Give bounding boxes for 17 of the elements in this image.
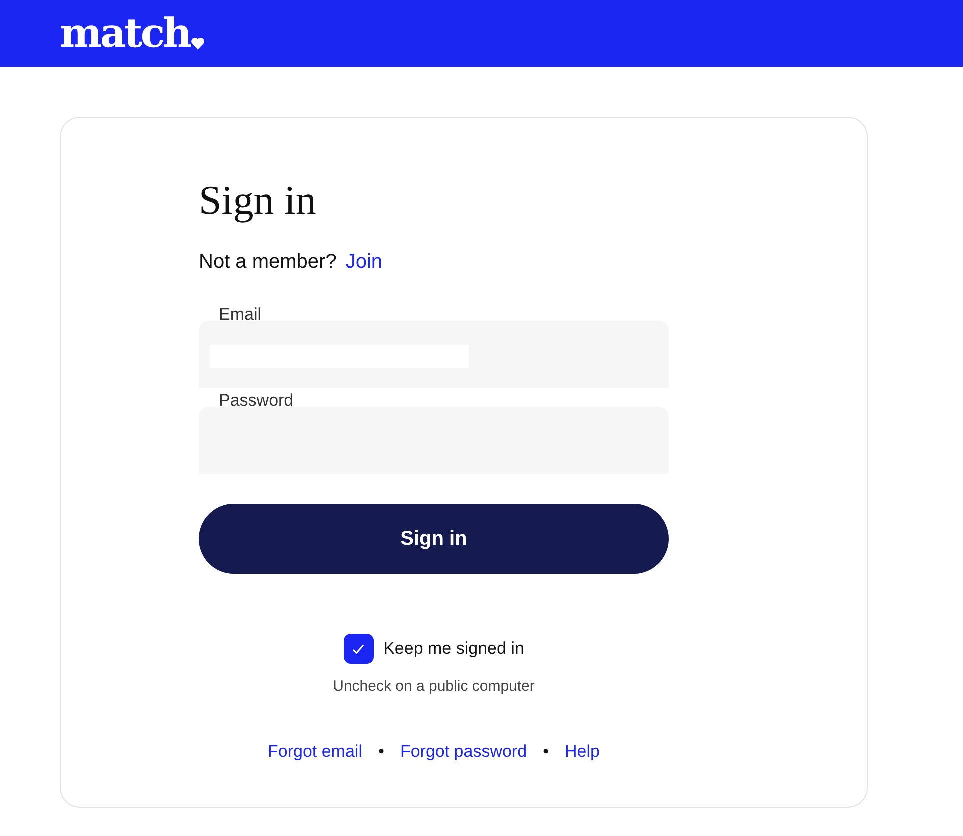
bullet-separator: • <box>543 742 550 762</box>
field-label: Email <box>219 305 262 326</box>
sign-in-button[interactable]: Sign in <box>199 504 669 574</box>
footer-link[interactable]: Forgot email <box>268 742 362 762</box>
page-title: Sign in <box>199 176 318 225</box>
check-icon <box>352 644 366 655</box>
hint-text: Uncheck on a public computer <box>332 678 536 696</box>
footer-link[interactable]: Forgot password <box>400 742 528 762</box>
heart-icon <box>191 36 206 50</box>
join-link[interactable]: Join <box>346 251 383 274</box>
checkbox-label: Keep me signed in <box>384 639 524 660</box>
member-prompt: Not a member? <box>199 251 337 274</box>
checkbox[interactable] <box>344 634 374 664</box>
field-label: Password <box>219 391 294 412</box>
bullet-separator: • <box>378 742 384 762</box>
footer-link[interactable]: Help <box>565 742 600 762</box>
logo[interactable]: match <box>60 14 190 54</box>
